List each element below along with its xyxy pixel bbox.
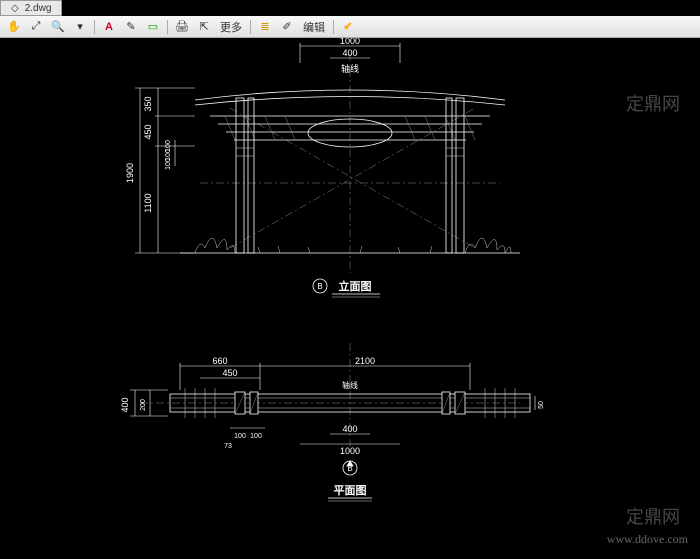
dim-plan-top-a: 660 xyxy=(212,356,227,366)
dim-plan-bot-b: 100 xyxy=(250,433,262,440)
separator xyxy=(333,20,334,34)
zoom-dropdown-icon[interactable]: ▾ xyxy=(70,18,90,36)
zoom-extents-icon[interactable]: ⤢ xyxy=(26,18,46,36)
dim-plan-right: 50 xyxy=(538,401,545,409)
pencil-icon[interactable]: ✎ xyxy=(121,18,141,36)
axis-label-elev: 轴线 xyxy=(341,63,359,74)
separator xyxy=(94,20,95,34)
tab-indicator: ◇ xyxy=(11,3,19,14)
dim-small3: 100 xyxy=(165,158,172,170)
dim-plan-bot-a: 100 xyxy=(234,433,246,440)
drawing-canvas[interactable]: 1000 400 轴线 1900 350 450 1100 100 100 10… xyxy=(0,38,700,559)
annotate-a-icon[interactable]: A xyxy=(99,18,119,36)
axis-label-plan: 轴线 xyxy=(342,380,358,390)
dim-top-sub: 400 xyxy=(342,48,357,58)
zoom-window-icon[interactable]: 🔍 xyxy=(48,18,68,36)
edit-button[interactable]: 编辑 xyxy=(299,19,329,35)
elev-marker: B xyxy=(317,282,322,291)
dim-plan-bot-total: 1000 xyxy=(340,446,360,456)
plan-title: 平面图 xyxy=(334,484,367,497)
dim-left-total: 1900 xyxy=(125,163,135,183)
dim-plan-left-sub: 200 xyxy=(140,399,147,411)
dim-left-a: 350 xyxy=(143,96,153,111)
edit-pencil-icon[interactable]: ✐ xyxy=(277,18,297,36)
dim-plan-left: 400 xyxy=(120,397,130,412)
dim-plan-bot-sub: 400 xyxy=(342,424,357,434)
dim-plan-top-total: 2100 xyxy=(355,356,375,366)
check-icon[interactable]: ✔ xyxy=(338,18,358,36)
export-icon[interactable]: ⇱ xyxy=(194,18,214,36)
dim-top-total: 1000 xyxy=(340,38,360,46)
separator xyxy=(250,20,251,34)
tab-title: 2.dwg xyxy=(25,3,52,14)
separator xyxy=(167,20,168,34)
print-icon[interactable]: 🖨 xyxy=(172,18,192,36)
dim-plan-top-b: 450 xyxy=(222,368,237,378)
dim-left-c: 1100 xyxy=(143,193,153,212)
layers-icon[interactable]: ≣ xyxy=(255,18,275,36)
toolbar: ✋ ⤢ 🔍 ▾ A ✎ ▭ 🖨 ⇱ 更多 ≣ ✐ 编辑 ✔ xyxy=(0,16,700,38)
more-button[interactable]: 更多 xyxy=(216,19,246,35)
elev-title: 立面图 xyxy=(339,279,372,293)
hand-pan-icon[interactable]: ✋ xyxy=(4,18,24,36)
dim-plan-bot-c: 73 xyxy=(224,443,232,450)
highlight-icon[interactable]: ▭ xyxy=(143,18,163,36)
document-tab[interactable]: ◇ 2.dwg xyxy=(0,0,62,16)
dim-left-b: 450 xyxy=(143,124,153,139)
cad-drawing: 1000 400 轴线 1900 350 450 1100 100 100 10… xyxy=(0,38,700,559)
